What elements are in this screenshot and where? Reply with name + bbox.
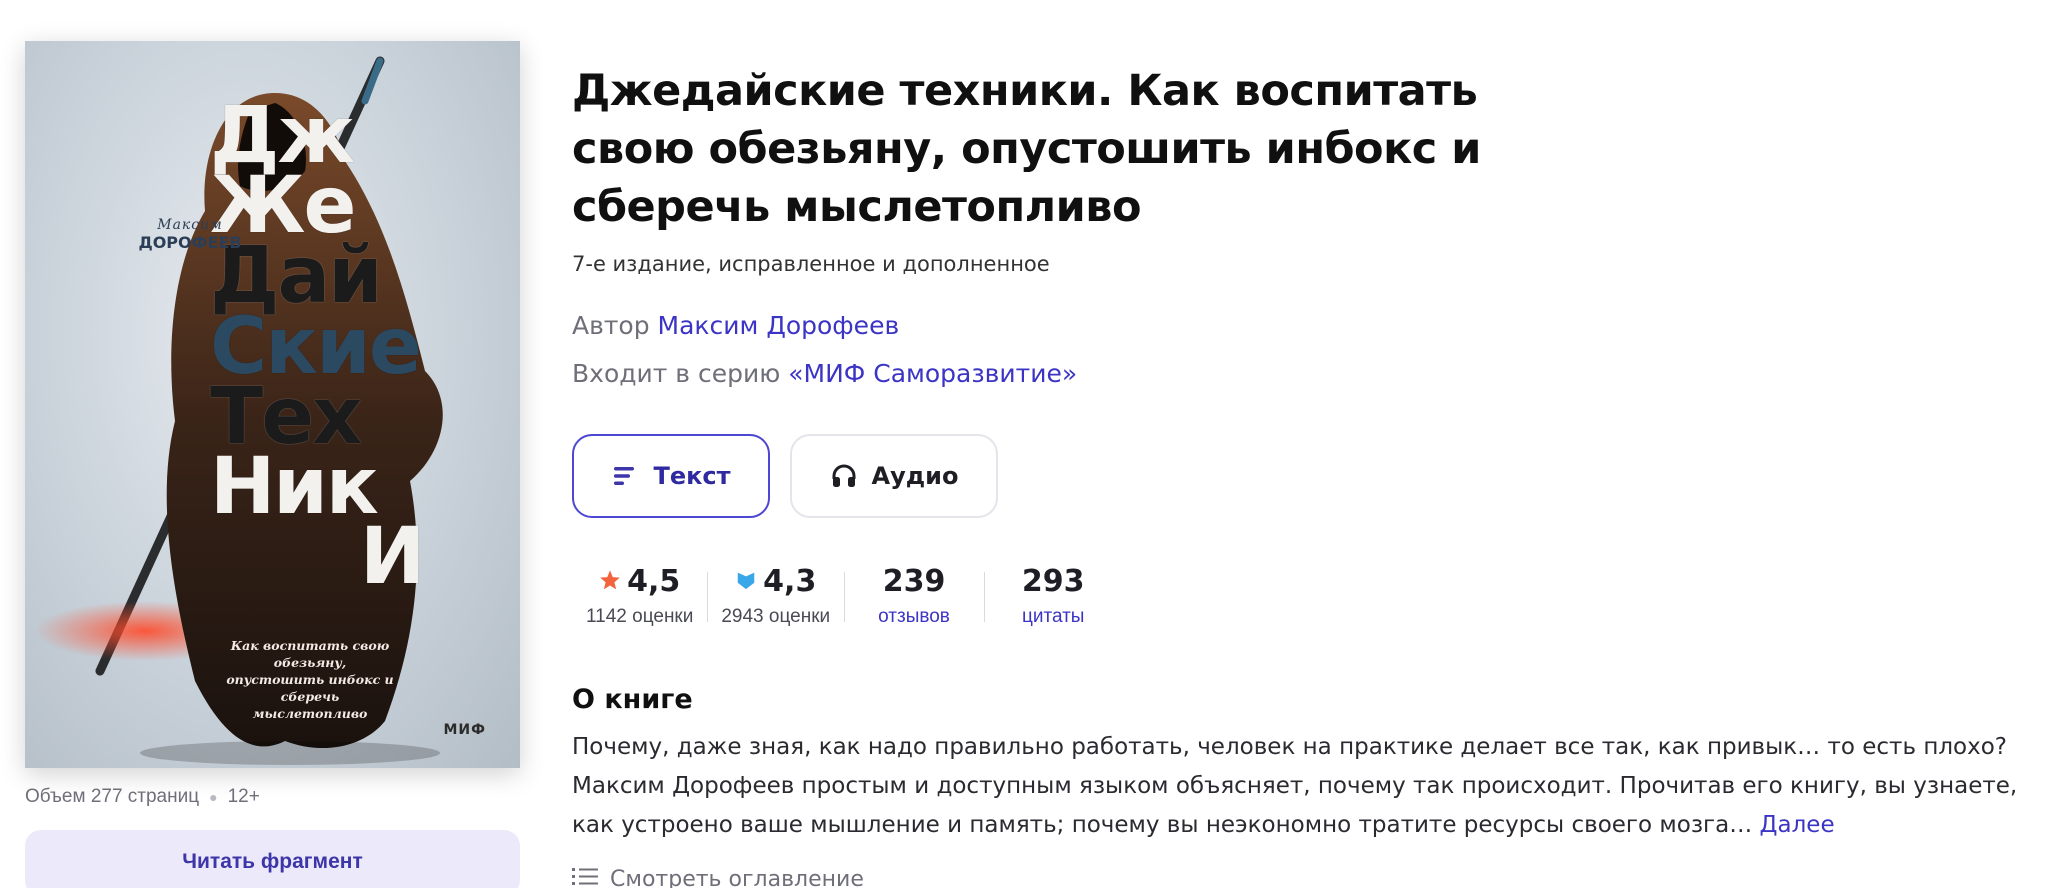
toc-label: Смотреть оглавление xyxy=(610,866,864,888)
format-audio-label: Аудио xyxy=(871,462,959,490)
stat-quotes[interactable]: 293 цитаты xyxy=(983,560,1123,630)
format-audio-button[interactable]: Аудио xyxy=(790,434,998,518)
bookmate-icon xyxy=(735,564,757,599)
stat-label: 1142 оценки xyxy=(586,606,694,627)
format-text-label: Текст xyxy=(653,462,731,490)
stat-rating-bookmate[interactable]: 4,3 2943 оценки xyxy=(707,560,844,630)
author-line: Автор Максим Дорофеев xyxy=(572,311,899,340)
stat-value: 4,5 xyxy=(627,563,681,599)
author-link[interactable]: Максим Дорофеев xyxy=(658,311,900,340)
stat-label: цитаты xyxy=(1021,606,1085,627)
series-label: Входит в серию xyxy=(572,359,781,388)
rating-stats: 4,5 1142 оценки 4,3 2943 оценки 239 отзы… xyxy=(572,560,1123,630)
text-lines-icon xyxy=(611,462,639,490)
separator-dot: ● xyxy=(209,789,218,805)
page-count: Объем 277 страниц xyxy=(25,786,200,807)
cover-publisher-logo: МИФ xyxy=(443,722,486,738)
author-label: Автор xyxy=(572,311,650,340)
cover-subtitle: Как воспитать свою обезьяну, опустошить … xyxy=(226,638,394,721)
series-link[interactable]: «МИФ Саморазвитие» xyxy=(788,359,1077,388)
book-meta: Объем 277 страниц ● 12+ xyxy=(25,786,260,808)
stat-label: 2943 оценки xyxy=(721,606,831,627)
stat-value: 293 xyxy=(1021,563,1085,599)
list-icon xyxy=(572,866,598,888)
cover-title-line: И xyxy=(360,512,425,603)
about-text: Почему, даже зная, как надо правильно ра… xyxy=(572,728,2022,845)
cover-author-first: Максим xyxy=(157,217,223,233)
age-rating: 12+ xyxy=(227,786,260,807)
cover-author-last: ДОРОФЕЕВ xyxy=(138,233,242,252)
stat-value: 239 xyxy=(882,563,946,599)
about-heading: О книге xyxy=(572,684,693,715)
book-title: Джедайские техники. Как воспитать свою о… xyxy=(572,66,1481,232)
stat-value: 4,3 xyxy=(763,563,817,599)
format-text-button[interactable]: Текст xyxy=(572,434,770,518)
stat-label: отзывов xyxy=(878,606,950,627)
series-line: Входит в серию «МИФ Саморазвитие» xyxy=(572,359,1077,388)
edition-info: 7-е издание, исправленное и дополненное xyxy=(572,252,1050,276)
book-cover[interactable]: Дж Же Дай Ские Тех Ник И Максим ДОРОФЕЕВ… xyxy=(25,41,520,768)
read-more-link[interactable]: Далее xyxy=(1760,812,1835,838)
stat-rating-litres[interactable]: 4,5 1142 оценки xyxy=(572,560,707,630)
read-fragment-button[interactable]: Читать фрагмент xyxy=(25,830,520,888)
headphones-icon xyxy=(830,462,858,490)
star-icon xyxy=(599,564,621,599)
table-of-contents-link[interactable]: Смотреть оглавление xyxy=(572,866,864,888)
cover-title-art: Дж Же Дай Ские Тех Ник И xyxy=(210,97,510,603)
stat-reviews[interactable]: 239 отзывов xyxy=(844,560,984,630)
